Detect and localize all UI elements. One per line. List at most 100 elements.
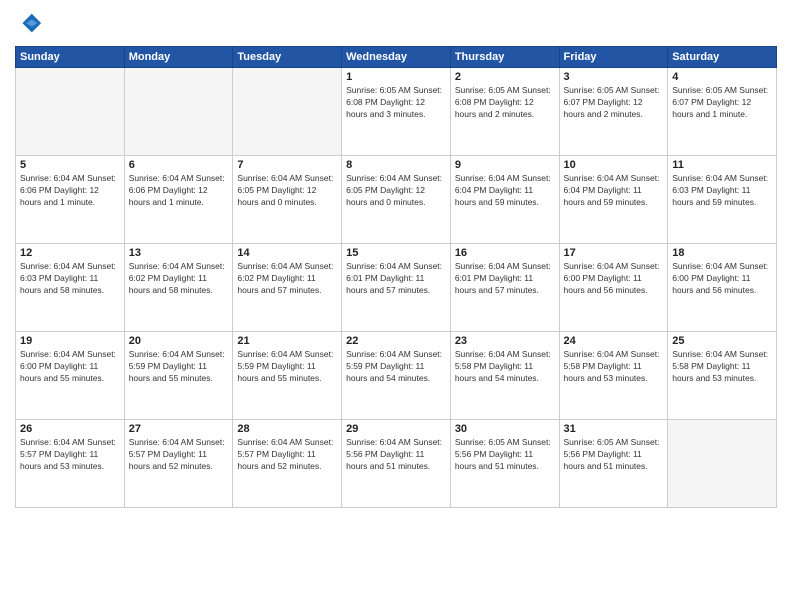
day-info: Sunrise: 6:04 AM Sunset: 6:06 PM Dayligh… [20,173,120,209]
day-number: 14 [237,247,337,259]
calendar-cell: 23 Sunrise: 6:04 AM Sunset: 5:58 PM Dayli… [450,332,559,420]
calendar-cell: 27 Sunrise: 6:04 AM Sunset: 5:57 PM Dayli… [124,420,233,508]
weekday-row: SundayMondayTuesdayWednesdayThursdayFrid… [16,47,777,68]
day-info: Sunrise: 6:04 AM Sunset: 5:56 PM Dayligh… [346,437,446,473]
calendar-header: SundayMondayTuesdayWednesdayThursdayFrid… [16,47,777,68]
day-number: 16 [455,247,555,259]
calendar-cell: 22Sunrise: 6:04 AM Sunset: 5:59 PM Dayli… [342,332,451,420]
calendar-cell: 10Sunrise: 6:04 AM Sunset: 6:04 PM Dayli… [559,156,668,244]
calendar-cell: 2 Sunrise: 6:05 AM Sunset: 6:08 PM Daylig… [450,68,559,156]
day-info: Sunrise: 6:04 AM Sunset: 5:57 PM Dayligh… [129,437,229,473]
calendar-cell: 21Sunrise: 6:04 AM Sunset: 5:59 PM Dayli… [233,332,342,420]
calendar-week-row: 19 Sunrise: 6:04 AM Sunset: 6:00 PM Dayli… [16,332,777,420]
calendar-cell: 18 Sunrise: 6:04 AM Sunset: 6:00 PM Dayli… [668,244,777,332]
day-number: 18 [672,247,772,259]
calendar-cell: 11 Sunrise: 6:04 AM Sunset: 6:03 PM Dayli… [668,156,777,244]
weekday-header: Saturday [668,47,777,68]
day-number: 28 [237,423,337,435]
calendar-cell [124,68,233,156]
day-number: 9 [455,159,555,171]
day-info: Sunrise: 6:04 AM Sunset: 6:01 PM Dayligh… [455,261,555,297]
day-info: Sunrise: 6:04 AM Sunset: 6:05 PM Dayligh… [346,173,446,209]
day-number: 26 [20,423,120,435]
day-info: Sunrise: 6:05 AM Sunset: 6:08 PM Dayligh… [346,85,446,121]
day-info: Sunrise: 6:04 AM Sunset: 6:01 PM Dayligh… [346,261,446,297]
calendar-cell: 30 Sunrise: 6:05 AM Sunset: 5:56 PM Dayli… [450,420,559,508]
day-number: 23 [455,335,555,347]
day-number: 4 [672,71,772,83]
day-number: 25 [672,335,772,347]
calendar-week-row: 26 Sunrise: 6:04 AM Sunset: 5:57 PM Dayli… [16,420,777,508]
calendar-cell: 5 Sunrise: 6:04 AM Sunset: 6:06 PM Daylig… [16,156,125,244]
calendar-cell: 1Sunrise: 6:05 AM Sunset: 6:08 PM Daylig… [342,68,451,156]
day-number: 31 [564,423,664,435]
day-number: 21 [237,335,337,347]
calendar-cell: 26 Sunrise: 6:04 AM Sunset: 5:57 PM Dayli… [16,420,125,508]
weekday-header: Friday [559,47,668,68]
day-number: 30 [455,423,555,435]
calendar-cell: 8 Sunrise: 6:04 AM Sunset: 6:05 PM Daylig… [342,156,451,244]
day-info: Sunrise: 6:04 AM Sunset: 5:58 PM Dayligh… [455,349,555,385]
day-number: 13 [129,247,229,259]
header [15,10,777,38]
calendar-cell: 20 Sunrise: 6:04 AM Sunset: 5:59 PM Dayli… [124,332,233,420]
day-info: Sunrise: 6:04 AM Sunset: 6:05 PM Dayligh… [237,173,337,209]
day-info: Sunrise: 6:05 AM Sunset: 6:07 PM Dayligh… [672,85,772,121]
calendar-cell [16,68,125,156]
calendar-cell: 12 Sunrise: 6:04 AM Sunset: 6:03 PM Dayli… [16,244,125,332]
calendar-cell: 25 Sunrise: 6:04 AM Sunset: 5:58 PM Dayli… [668,332,777,420]
day-info: Sunrise: 6:04 AM Sunset: 6:02 PM Dayligh… [129,261,229,297]
day-info: Sunrise: 6:04 AM Sunset: 5:57 PM Dayligh… [20,437,120,473]
calendar-cell: 3Sunrise: 6:05 AM Sunset: 6:07 PM Daylig… [559,68,668,156]
day-info: Sunrise: 6:04 AM Sunset: 5:57 PM Dayligh… [237,437,337,473]
day-number: 11 [672,159,772,171]
day-info: Sunrise: 6:04 AM Sunset: 6:06 PM Dayligh… [129,173,229,209]
page: SundayMondayTuesdayWednesdayThursdayFrid… [0,0,792,612]
logo-icon [15,10,43,38]
calendar-cell: 13 Sunrise: 6:04 AM Sunset: 6:02 PM Dayli… [124,244,233,332]
day-number: 27 [129,423,229,435]
day-number: 5 [20,159,120,171]
calendar-cell: 24Sunrise: 6:04 AM Sunset: 5:58 PM Dayli… [559,332,668,420]
day-info: Sunrise: 6:04 AM Sunset: 6:00 PM Dayligh… [672,261,772,297]
calendar-cell: 28 Sunrise: 6:04 AM Sunset: 5:57 PM Dayli… [233,420,342,508]
weekday-header: Sunday [16,47,125,68]
calendar-cell: 19 Sunrise: 6:04 AM Sunset: 6:00 PM Dayli… [16,332,125,420]
calendar-body: 1Sunrise: 6:05 AM Sunset: 6:08 PM Daylig… [16,68,777,508]
day-info: Sunrise: 6:04 AM Sunset: 6:03 PM Dayligh… [20,261,120,297]
day-number: 29 [346,423,446,435]
day-number: 7 [237,159,337,171]
logo [15,10,47,38]
calendar-week-row: 12 Sunrise: 6:04 AM Sunset: 6:03 PM Dayli… [16,244,777,332]
calendar-cell [668,420,777,508]
day-number: 6 [129,159,229,171]
day-number: 12 [20,247,120,259]
calendar-cell [233,68,342,156]
calendar-week-row: 5 Sunrise: 6:04 AM Sunset: 6:06 PM Daylig… [16,156,777,244]
day-info: Sunrise: 6:04 AM Sunset: 6:02 PM Dayligh… [237,261,337,297]
day-info: Sunrise: 6:05 AM Sunset: 5:56 PM Dayligh… [455,437,555,473]
calendar-cell: 17Sunrise: 6:04 AM Sunset: 6:00 PM Dayli… [559,244,668,332]
weekday-header: Thursday [450,47,559,68]
calendar-cell: 16 Sunrise: 6:04 AM Sunset: 6:01 PM Dayli… [450,244,559,332]
day-number: 10 [564,159,664,171]
day-info: Sunrise: 6:04 AM Sunset: 6:00 PM Dayligh… [564,261,664,297]
day-number: 2 [455,71,555,83]
calendar-cell: 4 Sunrise: 6:05 AM Sunset: 6:07 PM Daylig… [668,68,777,156]
calendar-cell: 15Sunrise: 6:04 AM Sunset: 6:01 PM Dayli… [342,244,451,332]
day-info: Sunrise: 6:04 AM Sunset: 6:04 PM Dayligh… [455,173,555,209]
day-info: Sunrise: 6:04 AM Sunset: 5:58 PM Dayligh… [672,349,772,385]
weekday-header: Wednesday [342,47,451,68]
day-number: 19 [20,335,120,347]
day-info: Sunrise: 6:04 AM Sunset: 6:00 PM Dayligh… [20,349,120,385]
day-info: Sunrise: 6:05 AM Sunset: 6:08 PM Dayligh… [455,85,555,121]
day-number: 20 [129,335,229,347]
day-info: Sunrise: 6:04 AM Sunset: 5:59 PM Dayligh… [346,349,446,385]
day-info: Sunrise: 6:04 AM Sunset: 5:59 PM Dayligh… [129,349,229,385]
weekday-header: Tuesday [233,47,342,68]
day-info: Sunrise: 6:04 AM Sunset: 5:58 PM Dayligh… [564,349,664,385]
day-info: Sunrise: 6:04 AM Sunset: 6:03 PM Dayligh… [672,173,772,209]
day-number: 8 [346,159,446,171]
weekday-header: Monday [124,47,233,68]
calendar-cell: 9 Sunrise: 6:04 AM Sunset: 6:04 PM Daylig… [450,156,559,244]
